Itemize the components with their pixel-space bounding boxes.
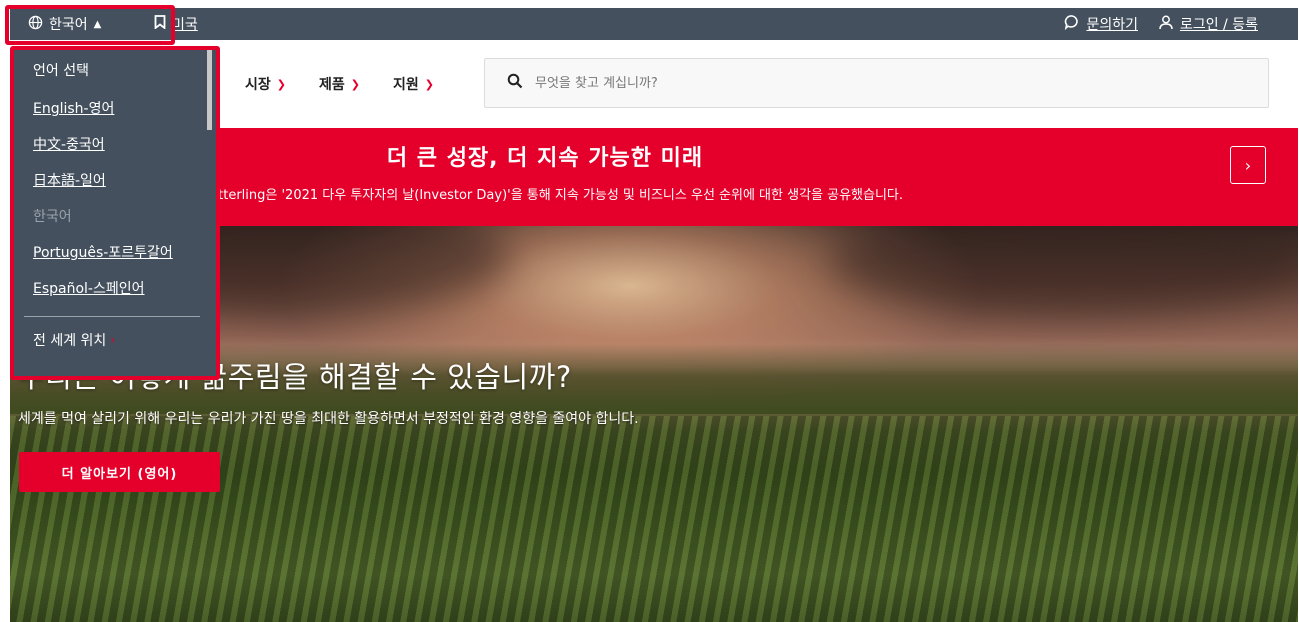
language-selector-button[interactable]: 한국어 ▲ <box>28 8 101 40</box>
contact-label: 문의하기 <box>1086 17 1138 33</box>
search-icon <box>507 73 523 93</box>
language-option-english[interactable]: English-영어 <box>33 96 114 120</box>
nav-item-markets[interactable]: 시장 ❯ <box>245 40 286 128</box>
language-menu-heading: 언어 선택 <box>33 63 89 79</box>
contact-link[interactable]: 문의하기 <box>1064 8 1138 40</box>
nav-item-label: 제품 <box>319 77 345 93</box>
country-label: 미국 <box>172 17 198 33</box>
search-bar <box>484 58 1269 108</box>
country-selector-button[interactable]: 미국 <box>154 8 198 40</box>
banner-subtitle: Fitterling은 '2021 다우 투자자의 날(Investor Day… <box>208 188 904 203</box>
nav-item-products[interactable]: 제품 ❯ <box>319 40 360 128</box>
chevron-up-icon: ▲ <box>93 18 102 30</box>
bookmark-icon <box>154 15 166 33</box>
login-register-link[interactable]: 로그인 / 등록 <box>1158 8 1258 40</box>
chevron-down-icon: ❯ <box>276 77 286 91</box>
utility-bar: 한국어 ▲ 미국 문의하기 로그인 / 등록 <box>10 8 1298 40</box>
worldwide-locations-label: 전 세계 위치 <box>33 333 107 349</box>
nav-item-label: 시장 <box>245 77 271 93</box>
learn-more-button[interactable]: 더 알아보기 (영어) <box>19 452 220 492</box>
language-dropdown: 언어 선택 English-영어 中文-중국어 日本語-일어 한국어 Portu… <box>10 46 220 380</box>
nav-item-label: 지원 <box>393 77 419 93</box>
language-option-chinese[interactable]: 中文-중국어 <box>33 132 105 156</box>
login-label: 로그인 / 등록 <box>1179 17 1258 33</box>
chevron-down-icon: ❯ <box>424 77 434 91</box>
hero-description: 세계를 먹여 살리기 위해 우리는 우리가 가진 땅을 최대한 활용하면서 부정… <box>18 411 639 427</box>
chat-bubble-icon <box>1064 14 1080 34</box>
dropdown-divider <box>24 316 200 317</box>
language-label: 한국어 <box>49 17 88 33</box>
user-icon <box>1158 14 1174 34</box>
dropdown-scrollbar[interactable] <box>207 50 212 130</box>
chevron-right-icon: › <box>1244 155 1252 175</box>
language-option-japanese[interactable]: 日本語-일어 <box>33 168 106 192</box>
nav-item-support[interactable]: 지원 ❯ <box>393 40 434 128</box>
banner-next-button[interactable]: › <box>1230 146 1266 184</box>
globe-icon <box>28 15 43 34</box>
chevron-down-icon: ❯ <box>350 77 360 91</box>
search-input[interactable] <box>535 75 1135 91</box>
language-option-spanish[interactable]: Español-스페인어 <box>33 276 145 300</box>
language-option-korean-current: 한국어 <box>33 209 72 225</box>
chevron-right-icon: › <box>110 333 116 347</box>
language-option-portuguese[interactable]: Português-포르투갈어 <box>33 240 173 264</box>
worldwide-locations-link[interactable]: 전 세계 위치 › <box>33 328 115 352</box>
